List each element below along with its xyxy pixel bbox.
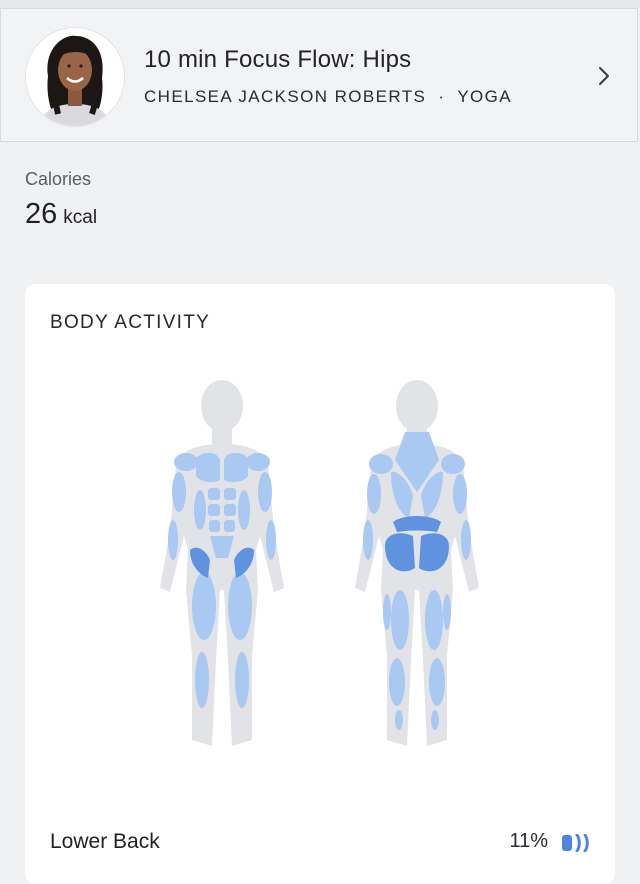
calories-unit: kcal <box>63 207 98 228</box>
chevron-right-icon[interactable] <box>593 65 615 87</box>
class-summary-card[interactable]: 10 min Focus Flow: Hips CHELSEA JACKSON … <box>0 8 638 142</box>
muscle-percent: 11% <box>509 830 548 852</box>
body-activity-card: BODY ACTIVITY Lower Back 11% <box>25 284 615 884</box>
meta-separator: · <box>438 87 446 106</box>
class-meta: CHELSEA JACKSON ROBERTS · YOGA <box>144 87 512 107</box>
instructor-name: CHELSEA JACKSON ROBERTS <box>144 87 427 106</box>
body-activity-title: BODY ACTIVITY <box>50 312 211 333</box>
intensity-bars-icon <box>562 834 589 852</box>
body-front-diagram <box>160 380 284 746</box>
calories-value: 26 kcal <box>25 198 97 231</box>
calories-label: Calories <box>25 169 92 189</box>
top-divider <box>0 0 640 8</box>
class-discipline: YOGA <box>457 87 513 106</box>
muscle-row-lower-back: Lower Back 11% <box>50 830 594 860</box>
calories-number: 26 <box>25 198 58 230</box>
muscle-name: Lower Back <box>50 830 160 853</box>
class-title: 10 min Focus Flow: Hips <box>144 46 412 73</box>
body-back-diagram <box>355 380 479 746</box>
instructor-avatar <box>25 27 125 127</box>
